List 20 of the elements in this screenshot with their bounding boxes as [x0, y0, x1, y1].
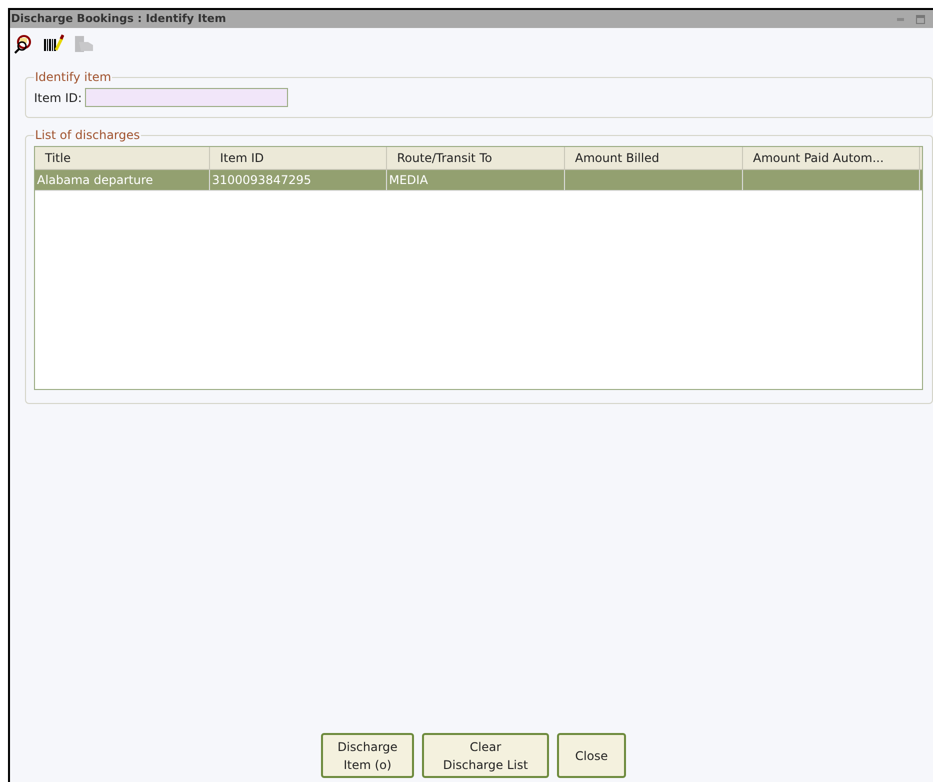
group-legend: List of discharges — [34, 126, 141, 144]
dialog-button[interactable]: Discharge Item (o) — [321, 733, 414, 778]
table-cell-text: Alabama departure — [37, 172, 153, 189]
minimize-icon[interactable] — [897, 18, 904, 20]
table-cell-text: 3100093847295 — [212, 172, 312, 189]
column-header[interactable]: Amount Paid Autom... — [743, 147, 920, 169]
maximize-icon[interactable] — [916, 14, 925, 24]
column-header[interactable]: Route/Transit To — [387, 147, 565, 169]
item-id-label: Item ID: — [34, 90, 82, 106]
group-legend: Identify item — [34, 68, 112, 86]
column-header[interactable]: Title — [35, 147, 210, 169]
magnifier-icon[interactable] — [13, 34, 34, 54]
dialog-button[interactable]: Close — [557, 733, 626, 778]
barcode-icon[interactable] — [43, 34, 64, 54]
item-id-field[interactable] — [84, 88, 288, 107]
column-header[interactable]: Item ID — [210, 147, 387, 169]
column-header[interactable]: Amount Billed — [565, 147, 743, 169]
window-title: Discharge Bookings : Identify Item — [10, 10, 226, 27]
dialog-button[interactable]: Clear Discharge List — [422, 733, 549, 778]
table-cell-text: MEDIA — [389, 172, 428, 189]
